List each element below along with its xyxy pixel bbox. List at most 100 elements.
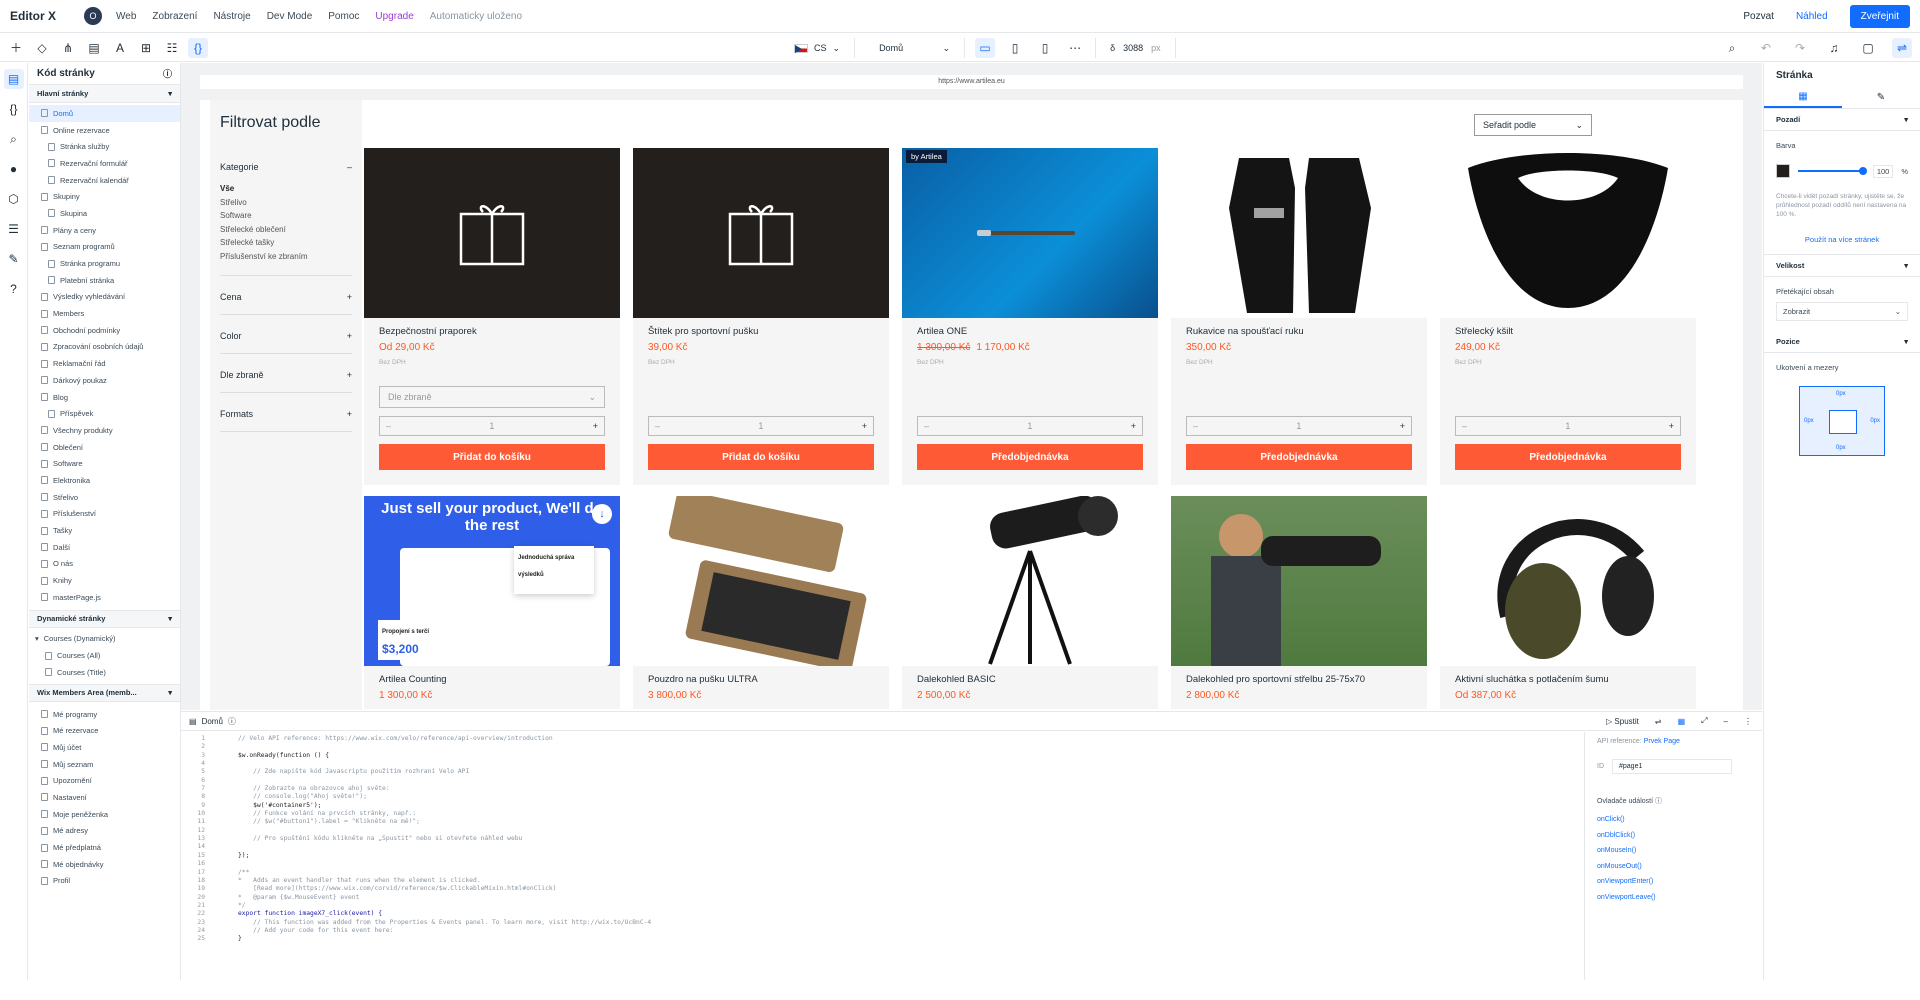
sidebar-page-item[interactable]: Elektronika: [29, 472, 180, 489]
product-name[interactable]: Bezpečnostní praporek: [379, 326, 605, 337]
zoom-icon[interactable]: ⌕: [1722, 38, 1742, 58]
sidebar-page-item[interactable]: Obchodní podmínky: [29, 322, 180, 339]
more-icon[interactable]: ⋯: [1065, 38, 1085, 58]
cms-icon[interactable]: ☷: [162, 38, 182, 58]
sidebar-page-item[interactable]: Blog: [29, 389, 180, 406]
filter-formats[interactable]: Formats +: [220, 409, 352, 432]
members-page-item[interactable]: Můj účet: [29, 739, 180, 756]
product-image[interactable]: Just sell your product, We'll do the res…: [364, 496, 620, 666]
sitemap-icon[interactable]: ⋔: [58, 38, 78, 58]
search-icon[interactable]: ⌕: [4, 129, 24, 149]
bell-icon[interactable]: ♫: [1824, 38, 1844, 58]
code-line[interactable]: }: [238, 935, 651, 943]
api-ref-link[interactable]: Prvek Page: [1644, 738, 1680, 745]
product-action-button[interactable]: Předobjednávka: [917, 444, 1143, 470]
plus-icon[interactable]: +: [862, 421, 867, 431]
code-line[interactable]: // Add your code for this event here:: [238, 927, 651, 935]
sidebar-page-item[interactable]: Reklamační řád: [29, 355, 180, 372]
product-action-button[interactable]: Předobjednávka: [1186, 444, 1412, 470]
sidebar-page-item[interactable]: Oblečení: [29, 439, 180, 456]
sidebar-page-item[interactable]: Příspěvek: [29, 405, 180, 422]
product-name[interactable]: Štítek pro sportovní pušku: [648, 326, 874, 337]
filter-price[interactable]: Cena +: [220, 292, 352, 315]
page-code-icon[interactable]: ▤: [3, 69, 24, 89]
product-card[interactable]: Štítek pro sportovní pušku 39,00 Kč Bez DP…: [633, 148, 889, 485]
weapon-variant-select[interactable]: Dle zbraně ⌄: [379, 386, 605, 408]
dynamic-group[interactable]: ▾ Courses (Dynamický): [29, 631, 180, 648]
members-page-item[interactable]: Mé předplatná: [29, 839, 180, 856]
sidebar-page-item[interactable]: Rezervační kalendář: [29, 172, 180, 189]
product-image[interactable]: [633, 496, 889, 666]
members-page-item[interactable]: Profil: [29, 873, 180, 890]
members-section[interactable]: Wix Members Area (memb... ▾: [29, 683, 180, 702]
comment-icon[interactable]: ▢: [1858, 38, 1878, 58]
code-line[interactable]: $w.onReady(function () {: [238, 752, 651, 760]
sidebar-page-item[interactable]: Tašky: [29, 522, 180, 539]
opacity-slider[interactable]: [1798, 167, 1867, 175]
minus-icon[interactable]: –: [1462, 421, 1467, 431]
overflow-select[interactable]: Zobrazit ⌄: [1776, 302, 1908, 321]
sidebar-page-item[interactable]: Další: [29, 539, 180, 556]
filter-category-option[interactable]: Střelecké oblečení: [220, 225, 352, 234]
run-button[interactable]: ▷ Spustit: [1606, 717, 1639, 726]
product-action-button[interactable]: Předobjednávka: [1455, 444, 1681, 470]
sidebar-page-item[interactable]: Platební stránka: [29, 272, 180, 289]
filter-category-option[interactable]: Software: [220, 211, 352, 220]
members-page-item[interactable]: Upozornění: [29, 772, 180, 789]
sidebar-page-item[interactable]: Zpracování osobních údajů: [29, 339, 180, 356]
product-image[interactable]: [633, 148, 889, 318]
filter-category-option[interactable]: Střelivo: [220, 198, 352, 207]
plus-icon[interactable]: +: [593, 421, 598, 431]
product-name[interactable]: Artilea ONE: [917, 326, 1143, 337]
code-braces-icon[interactable]: {}: [188, 37, 208, 58]
sidebar-page-item[interactable]: Members: [29, 305, 180, 322]
sort-dropdown[interactable]: Seřadit podle ⌄: [1474, 114, 1592, 136]
format-icon[interactable]: ⇌: [1655, 717, 1662, 726]
layers-icon[interactable]: ◇: [32, 38, 52, 58]
minus-icon[interactable]: –: [655, 421, 660, 431]
sidebar-page-item[interactable]: Rezervační formulář: [29, 155, 180, 172]
product-action-button[interactable]: Přidat do košíku: [648, 444, 874, 470]
code-line[interactable]: [238, 843, 651, 851]
quantity-stepper[interactable]: –1 +: [379, 416, 605, 436]
packages-icon[interactable]: ⬡: [4, 189, 24, 209]
code-line[interactable]: [Read more](https://www.wix.com/corvid/r…: [238, 885, 651, 893]
mobile-icon[interactable]: ▯: [1035, 38, 1055, 58]
sidebar-page-item[interactable]: Knihy: [29, 572, 180, 589]
design-tab-icon[interactable]: ✎: [1842, 87, 1920, 108]
product-card[interactable]: Dalekohled BASIC 2 500,00 Kč: [902, 496, 1158, 709]
filter-category[interactable]: Kategorie – Vše Střelivo Software Střelecké …: [220, 162, 352, 276]
event-handler-link[interactable]: onMouseIn(): [1597, 847, 1750, 854]
filter-weapon[interactable]: Dle zbraně +: [220, 370, 352, 393]
product-name[interactable]: Rukavice na spoušťací ruku: [1186, 326, 1412, 337]
editor-tab[interactable]: Domů: [202, 717, 223, 726]
members-page-item[interactable]: Můj seznam: [29, 756, 180, 773]
sidebar-page-item[interactable]: Seznam programů: [29, 239, 180, 256]
language-selector[interactable]: CS ⌄: [780, 38, 856, 58]
info-icon[interactable]: ⓘ: [163, 67, 172, 80]
menu-web[interactable]: Web: [116, 11, 136, 22]
product-card[interactable]: Pouzdro na pušku ULTRA 3 800,00 Kč: [633, 496, 889, 709]
tools-icon[interactable]: ✎: [4, 249, 24, 269]
properties-icon[interactable]: ▦: [1678, 717, 1686, 726]
filter-color[interactable]: Color +: [220, 331, 352, 354]
code-area[interactable]: 1 2 3 4 5 6 7 8 9 10 11 12 13 14 15 16 17 18 19 20 21 22 23 24 2…: [181, 732, 1584, 980]
members-page-item[interactable]: Moje peněženka: [29, 806, 180, 823]
members-page-item[interactable]: Mé programy: [29, 706, 180, 723]
product-card[interactable]: Rukavice na spoušťací ruku 350,00 Kč Bez D…: [1171, 148, 1427, 485]
code-line[interactable]: });: [238, 852, 651, 860]
pages-icon[interactable]: ▤: [84, 38, 104, 58]
plus-icon[interactable]: +: [1669, 421, 1674, 431]
members-page-item[interactable]: Mé rezervace: [29, 722, 180, 739]
code-line[interactable]: /**: [238, 869, 651, 877]
sidebar-page-item[interactable]: Plány a ceny: [29, 222, 180, 239]
layout-tab-icon[interactable]: ▦: [1764, 87, 1842, 108]
redo-icon[interactable]: ↷: [1790, 38, 1810, 58]
id-input[interactable]: #page1: [1612, 759, 1732, 774]
info-icon[interactable]: ⓘ: [1655, 798, 1662, 805]
minus-icon[interactable]: –: [386, 421, 391, 431]
product-card[interactable]: Bezpečnostní praporek Od 29,00 Kč Bez DPH D…: [364, 148, 620, 485]
menu-tools[interactable]: Nástroje: [213, 11, 250, 22]
settings-sliders-icon[interactable]: ⇌: [1892, 38, 1912, 58]
undo-icon[interactable]: ↶: [1756, 38, 1776, 58]
